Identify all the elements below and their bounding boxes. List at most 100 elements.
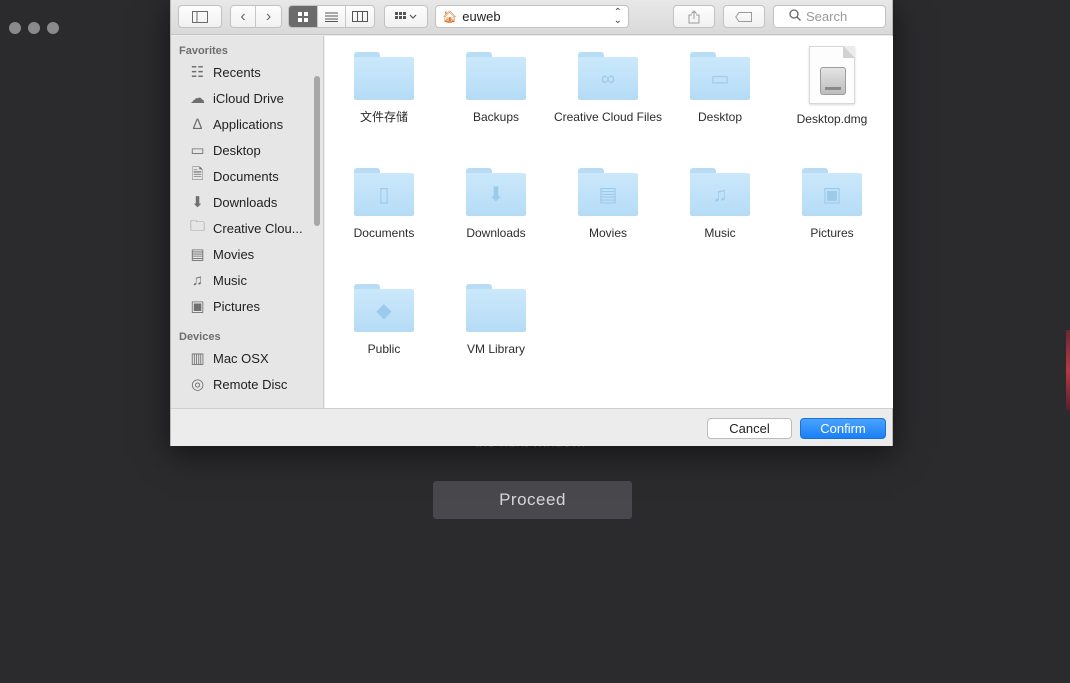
sidebar-item-downloads[interactable]: ⬇︎ Downloads bbox=[171, 189, 323, 215]
search-icon bbox=[789, 9, 801, 24]
desktop-folder-icon: ▭ bbox=[690, 52, 750, 100]
camera-icon: ▣ bbox=[190, 298, 205, 315]
back-button[interactable]: ‹ bbox=[231, 6, 256, 27]
file-name: Music bbox=[704, 226, 736, 240]
close-window-button[interactable] bbox=[9, 22, 21, 34]
arrange-menu-button[interactable] bbox=[384, 5, 428, 28]
disk-image-icon bbox=[809, 46, 855, 104]
home-icon: 🏠︎ bbox=[442, 9, 458, 24]
confirm-button[interactable]: Confirm bbox=[800, 418, 886, 439]
downloads-folder-icon: ⬇︎ bbox=[466, 168, 526, 216]
list-view-button[interactable] bbox=[318, 6, 346, 27]
minimize-window-button[interactable] bbox=[28, 22, 40, 34]
sidebar-item-icloud-drive[interactable]: ☁︎ iCloud Drive bbox=[171, 85, 323, 111]
file-name: Movies bbox=[588, 226, 627, 240]
search-placeholder: Search bbox=[806, 9, 848, 24]
file-item[interactable]: ♫ Music bbox=[664, 168, 776, 241]
columns-icon bbox=[352, 11, 368, 22]
sidebar-item-recents[interactable]: ☷ Recents bbox=[171, 59, 323, 85]
music-icon: ♫ bbox=[191, 271, 204, 289]
file-item[interactable]: ▯ Documents bbox=[328, 168, 440, 241]
file-item[interactable]: ▭ Desktop bbox=[664, 52, 776, 125]
file-item[interactable]: ⬇︎ Downloads bbox=[440, 168, 552, 241]
share-icon bbox=[688, 9, 700, 23]
sidebar-item-pictures[interactable]: ▣ Pictures bbox=[171, 293, 323, 319]
sidebar-item-label: Remote Disc bbox=[213, 376, 288, 392]
file-name: Public bbox=[367, 342, 401, 356]
list-icon bbox=[325, 12, 338, 22]
tag-button[interactable] bbox=[723, 5, 765, 28]
proceed-button[interactable]: Proceed bbox=[433, 481, 632, 519]
sidebar-item-movies[interactable]: ▤ Movies bbox=[171, 241, 323, 267]
file-item[interactable]: Backups bbox=[440, 52, 552, 125]
sidebar-item-creative-cloud[interactable]: 🗀︎ Creative Clou... bbox=[171, 215, 323, 241]
file-item[interactable]: ▣ Pictures bbox=[776, 168, 888, 241]
sidebar: Favorites ☷ Recents ☁︎ iCloud Drive ∆ Appli… bbox=[171, 36, 324, 408]
path-label: euweb bbox=[462, 9, 501, 24]
folder-icon: 🗀︎ bbox=[189, 217, 205, 235]
sidebar-scrollbar[interactable] bbox=[314, 76, 320, 226]
sidebar-item-label: Downloads bbox=[213, 194, 278, 210]
folder-icon bbox=[466, 52, 526, 100]
desktop-wallpaper-edge bbox=[1066, 330, 1070, 410]
movies-icon: ▤ bbox=[190, 246, 205, 263]
sidebar-toggle-button[interactable] bbox=[178, 5, 222, 28]
path-popup[interactable]: 🏠︎ euweb ⌃ ⌄ bbox=[435, 5, 629, 28]
folder-icon bbox=[466, 284, 526, 332]
file-item[interactable]: ▤ Movies bbox=[552, 168, 664, 241]
sidebar-item-label: Documents bbox=[213, 168, 279, 184]
file-item[interactable]: 文件存储 bbox=[328, 52, 440, 125]
file-name: Desktop.dmg bbox=[796, 112, 868, 126]
sidebar-item-label: iCloud Drive bbox=[213, 90, 284, 106]
sidebar-item-desktop[interactable]: ▭ Desktop bbox=[171, 137, 323, 163]
documents-folder-icon: ▯ bbox=[354, 168, 414, 216]
file-item[interactable]: ◆ Public bbox=[328, 284, 440, 357]
up-down-chevron-icon: ⌃ ⌄ bbox=[613, 7, 622, 26]
share-button[interactable] bbox=[673, 5, 715, 28]
sidebar-item-mac-osx[interactable]: ▥ Mac OSX bbox=[171, 345, 323, 371]
sidebar-item-label: Music bbox=[213, 272, 247, 288]
file-item[interactable]: VM Library bbox=[440, 284, 552, 357]
sidebar-item-label: Applications bbox=[213, 116, 284, 132]
search-field[interactable]: Search bbox=[773, 5, 886, 28]
zoom-window-button[interactable] bbox=[47, 22, 59, 34]
window-controls bbox=[9, 22, 59, 34]
column-view-button[interactable] bbox=[346, 6, 374, 27]
file-item[interactable]: ∞ Creative Cloud Files bbox=[552, 52, 664, 125]
chevron-right-icon: › bbox=[265, 7, 272, 25]
devices-section-title: Devices bbox=[179, 331, 221, 343]
dialog-toolbar: ‹ › 🏠︎ euweb ⌃ ⌄ Search bbox=[171, 0, 892, 35]
recents-icon: ☷ bbox=[190, 64, 205, 81]
sidebar-item-applications[interactable]: ∆ Applications bbox=[171, 111, 323, 137]
disc-icon: ◎ bbox=[190, 376, 205, 393]
tag-icon bbox=[735, 11, 752, 22]
public-folder-icon: ◆ bbox=[354, 284, 414, 332]
back-forward-control: ‹ › bbox=[230, 5, 282, 28]
sidebar-item-label: Pictures bbox=[213, 298, 260, 314]
sidebar-icon bbox=[192, 10, 208, 23]
arrange-grid-icon bbox=[395, 11, 417, 19]
dialog-button-bar: Cancel Confirm bbox=[171, 408, 892, 446]
applications-icon: ∆ bbox=[192, 115, 203, 133]
view-mode-control bbox=[288, 5, 375, 28]
file-name: Documents bbox=[353, 226, 415, 240]
sidebar-item-remote-disc[interactable]: ◎ Remote Disc bbox=[171, 371, 323, 397]
cloud-icon: ☁︎ bbox=[190, 90, 205, 107]
cancel-button[interactable]: Cancel bbox=[707, 418, 792, 439]
sidebar-item-label: Mac OSX bbox=[213, 350, 269, 366]
forward-button[interactable]: › bbox=[256, 6, 281, 27]
file-browser: 文件存储 Backups ∞ Creative Cloud Files ▭ De… bbox=[325, 36, 893, 408]
icon-view-button[interactable] bbox=[289, 6, 318, 27]
downloads-icon: ⬇︎ bbox=[191, 194, 204, 211]
music-folder-icon: ♫ bbox=[690, 168, 750, 216]
open-file-dialog: ‹ › 🏠︎ euweb ⌃ ⌄ Search Favorites ☷ Rece… bbox=[170, 0, 893, 446]
desktop-icon: ▭ bbox=[190, 142, 205, 159]
pictures-folder-icon: ▣ bbox=[802, 168, 862, 216]
chevron-left-icon: ‹ bbox=[240, 7, 246, 25]
sidebar-item-music[interactable]: ♫ Music bbox=[171, 267, 323, 293]
sidebar-item-label: Desktop bbox=[213, 142, 261, 158]
file-name: Pictures bbox=[810, 226, 854, 240]
file-item[interactable]: Desktop.dmg bbox=[776, 46, 888, 127]
sidebar-item-documents[interactable]: 🗎︎ Documents bbox=[171, 163, 323, 189]
movies-folder-icon: ▤ bbox=[578, 168, 638, 216]
